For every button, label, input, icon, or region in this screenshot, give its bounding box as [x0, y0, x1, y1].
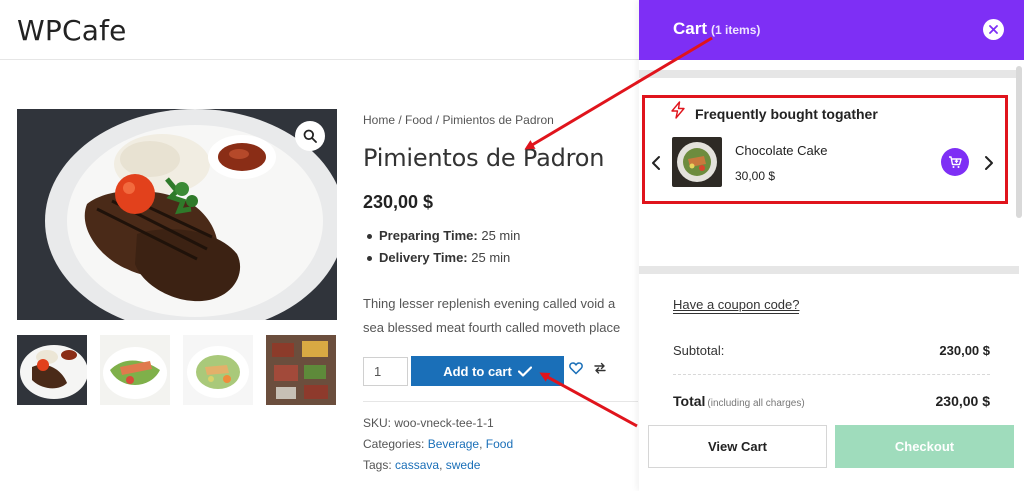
fbt-product-name[interactable]: Chocolate Cake — [735, 143, 828, 158]
tag-link-swede[interactable]: swede — [446, 458, 481, 472]
thumbnail-grilled-vegetables[interactable] — [266, 335, 336, 405]
cart-plus-icon — [949, 156, 962, 168]
attribute-preparing-time: Preparing Time: 25 min — [363, 228, 520, 250]
total-note: (including all charges) — [707, 398, 805, 409]
site-header: WPCafe — [0, 0, 640, 60]
compare-icon[interactable] — [593, 361, 607, 375]
meta-divider — [363, 401, 638, 402]
thumbnail-grilled-chicken-plate[interactable] — [17, 335, 87, 405]
section-separator — [639, 266, 1019, 274]
cart-scrollbar[interactable] — [1016, 66, 1022, 218]
total-label: Total (including all charges) — [673, 393, 805, 409]
breadcrumb-separator: / — [435, 113, 440, 127]
thumbnail-chicken-salad[interactable] — [183, 335, 253, 405]
product-tags: Tags: cassava, swede — [363, 458, 481, 472]
subtotal-label: Subtotal: — [673, 343, 725, 358]
product-title: Pimientos de Padron — [363, 144, 605, 172]
checkmark-icon — [517, 365, 532, 377]
product-categories: Categories: Beverage, Food — [363, 437, 514, 451]
quantity-input[interactable]: 1 — [363, 357, 408, 386]
frequently-bought-together-title: Frequently bought togather — [695, 106, 878, 122]
product-thumbnails — [17, 335, 336, 405]
cart-close-button[interactable] — [983, 19, 1004, 40]
cart-title: Cart (1 items) — [673, 19, 761, 38]
heart-icon[interactable] — [569, 361, 583, 375]
product-main-image[interactable] — [17, 109, 337, 320]
product-description: Thing lesser replenish evening called vo… — [363, 296, 621, 335]
cart-item-count: (1 items) — [711, 23, 761, 37]
summary-divider — [673, 374, 990, 375]
product-sku: SKU: woo-vneck-tee-1-1 — [363, 416, 494, 430]
cart-header: Cart (1 items) — [639, 0, 1024, 60]
close-icon — [989, 25, 998, 34]
fbt-product-image[interactable] — [672, 137, 722, 187]
magnifier-icon — [303, 129, 317, 143]
category-link-food[interactable]: Food — [486, 437, 513, 451]
attribute-delivery-time: Delivery Time: 25 min — [363, 250, 520, 272]
fbt-add-to-cart-button[interactable] — [941, 148, 969, 176]
breadcrumb-current: Pimientos de Padron — [442, 113, 554, 127]
chevron-right-icon[interactable] — [983, 155, 995, 171]
cart-panel: Cart (1 items) Frequently bought togather… — [639, 0, 1024, 491]
add-to-cart-label: Add to cart — [443, 363, 512, 379]
section-separator — [639, 70, 1019, 78]
product-attributes: Preparing Time: 25 min Delivery Time: 25… — [363, 228, 520, 272]
checkout-button[interactable]: Checkout — [835, 425, 1014, 468]
add-to-cart-button[interactable]: Add to cart — [411, 356, 564, 386]
site-logo[interactable]: WPCafe — [17, 14, 127, 47]
breadcrumb: Home / Food / Pimientos de Padron — [363, 113, 554, 127]
total-value: 230,00 $ — [935, 393, 991, 409]
breadcrumb-food[interactable]: Food — [405, 113, 432, 127]
grilled-chicken-plate-image — [17, 109, 337, 320]
breadcrumb-separator: / — [398, 113, 402, 127]
zoom-button[interactable] — [295, 121, 325, 151]
subtotal-value: 230,00 $ — [939, 343, 990, 358]
view-cart-button[interactable]: View Cart — [648, 425, 827, 468]
thumbnail-salmon-salad[interactable] — [100, 335, 170, 405]
breadcrumb-home[interactable]: Home — [363, 113, 395, 127]
category-link-beverage[interactable]: Beverage — [428, 437, 479, 451]
lightning-icon — [671, 101, 685, 119]
fbt-product-price: 30,00 $ — [735, 169, 776, 183]
tag-link-cassava[interactable]: cassava — [395, 458, 439, 472]
chevron-left-icon[interactable] — [650, 155, 662, 171]
coupon-link[interactable]: Have a coupon code? — [673, 297, 800, 314]
product-price: 230,00 $ — [363, 192, 434, 212]
